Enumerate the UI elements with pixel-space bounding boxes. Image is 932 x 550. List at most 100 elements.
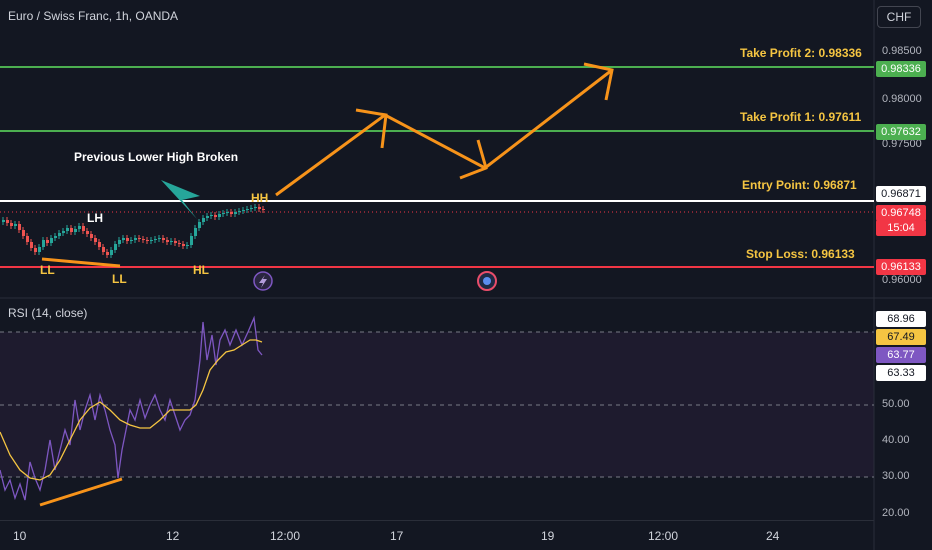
- price-axis-label: 0.98500: [882, 45, 922, 57]
- candle-body: [26, 236, 29, 242]
- candle-body: [222, 213, 225, 214]
- candlestick-series: [2, 204, 265, 258]
- candle-body: [94, 238, 97, 242]
- stop-loss-price-tag[interactable]: 0.96133: [876, 259, 926, 275]
- candle-body: [122, 238, 125, 240]
- chart-canvas[interactable]: [0, 0, 932, 550]
- candle-body: [182, 244, 185, 246]
- candle-body: [210, 215, 213, 216]
- candle-body: [30, 242, 33, 248]
- rsi-axis-label: 20.00: [882, 507, 910, 519]
- candle-body: [2, 220, 5, 222]
- candle-body: [190, 236, 193, 245]
- candle-body: [206, 216, 209, 218]
- candle-body: [82, 226, 85, 231]
- candle-body: [214, 215, 217, 217]
- candle-body: [138, 238, 141, 239]
- candle-body: [98, 242, 101, 247]
- candle-body: [90, 234, 93, 238]
- take-profit-2-price-tag[interactable]: 0.98336: [876, 61, 926, 77]
- candle-body: [154, 239, 157, 240]
- candle-body: [58, 233, 61, 236]
- candle-body: [74, 229, 77, 232]
- candle-body: [70, 228, 73, 232]
- rsi-tag-low: 63.33: [876, 365, 926, 381]
- symbol-title[interactable]: Euro / Swiss Franc, 1h, OANDA: [8, 9, 178, 23]
- candle-body: [6, 220, 9, 223]
- projection-arrowhead-2: [459, 139, 488, 180]
- candle-body: [202, 218, 205, 222]
- candle-body: [262, 209, 265, 210]
- rsi-axis-label: 40.00: [882, 434, 910, 446]
- candle-body: [42, 240, 45, 247]
- rsi-value-tag: 63.77: [876, 347, 926, 363]
- candle-body: [134, 238, 137, 240]
- candle-body: [114, 244, 117, 250]
- candle-body: [186, 245, 189, 246]
- candle-body: [170, 241, 173, 242]
- candle-body: [254, 207, 257, 208]
- candle-body: [146, 240, 149, 241]
- candle-body: [54, 236, 57, 238]
- rsi-axis-label: 30.00: [882, 470, 910, 482]
- candle-body: [18, 224, 21, 230]
- lower-low-marker-2: LL: [112, 272, 127, 286]
- previous-lower-high-note: Previous Lower High Broken: [74, 150, 239, 164]
- entry-price-tag[interactable]: 0.96871: [876, 186, 926, 202]
- candle-body: [142, 239, 145, 240]
- price-axis-label: 0.98000: [882, 93, 922, 105]
- candle-body: [226, 212, 229, 213]
- candle-body: [34, 248, 37, 252]
- candle-body: [218, 214, 221, 217]
- calendar-event-dot: [483, 277, 491, 285]
- time-axis-divider: [0, 520, 874, 521]
- candle-body: [258, 207, 261, 209]
- lower-low-marker-1: LL: [40, 263, 55, 277]
- candle-body: [106, 252, 109, 255]
- candle-body: [174, 241, 177, 243]
- higher-low-marker: HL: [193, 263, 209, 277]
- candle-body: [102, 247, 105, 252]
- candle-body: [246, 209, 249, 210]
- time-axis-label: 19: [541, 529, 555, 543]
- candle-body: [130, 240, 133, 241]
- time-axis-label: 12: [166, 529, 180, 543]
- candle-body: [62, 231, 65, 233]
- candle-body: [46, 240, 49, 243]
- rsi-indicator-title[interactable]: RSI (14, close): [8, 306, 87, 320]
- breakout-pointer-icon: [161, 180, 200, 219]
- candle-body: [78, 226, 81, 229]
- time-axis-label: 10: [13, 529, 27, 543]
- candle-countdown: 15:04: [876, 220, 926, 236]
- take-profit-1-price-tag[interactable]: 0.97632: [876, 124, 926, 140]
- candle-body: [242, 210, 245, 211]
- candle-body: [250, 208, 253, 209]
- candle-body: [14, 224, 17, 226]
- candle-body: [10, 223, 13, 226]
- rsi-divergence-line: [39, 477, 123, 507]
- candle-body: [38, 247, 41, 252]
- time-axis-label: 12:00: [270, 529, 301, 543]
- candle-body: [110, 250, 113, 255]
- entry-point-label: Entry Point: 0.96871: [742, 178, 857, 192]
- time-axis-label: 12:00: [648, 529, 679, 543]
- chart-root[interactable]: Euro / Swiss Franc, 1h, OANDA CHF Take P…: [0, 0, 932, 550]
- candle-body: [166, 240, 169, 242]
- candle-body: [238, 211, 241, 212]
- currency-button[interactable]: CHF: [877, 6, 921, 28]
- lower-high-marker: LH: [87, 211, 103, 225]
- take-profit-2-label: Take Profit 2: 0.98336: [740, 46, 862, 60]
- candle-body: [162, 238, 165, 240]
- time-axis-label: 24: [766, 529, 780, 543]
- projection-arrowhead-1: [355, 108, 388, 149]
- candle-body: [126, 238, 129, 241]
- price-axis-label: 0.96000: [882, 274, 922, 286]
- candle-body: [150, 240, 153, 241]
- candle-body: [194, 228, 197, 236]
- candle-body: [50, 238, 53, 243]
- rsi-tag-high: 68.96: [876, 311, 926, 327]
- candle-body: [158, 238, 161, 239]
- candle-body: [86, 231, 89, 234]
- candle-body: [198, 222, 201, 228]
- stop-loss-label: Stop Loss: 0.96133: [746, 247, 855, 261]
